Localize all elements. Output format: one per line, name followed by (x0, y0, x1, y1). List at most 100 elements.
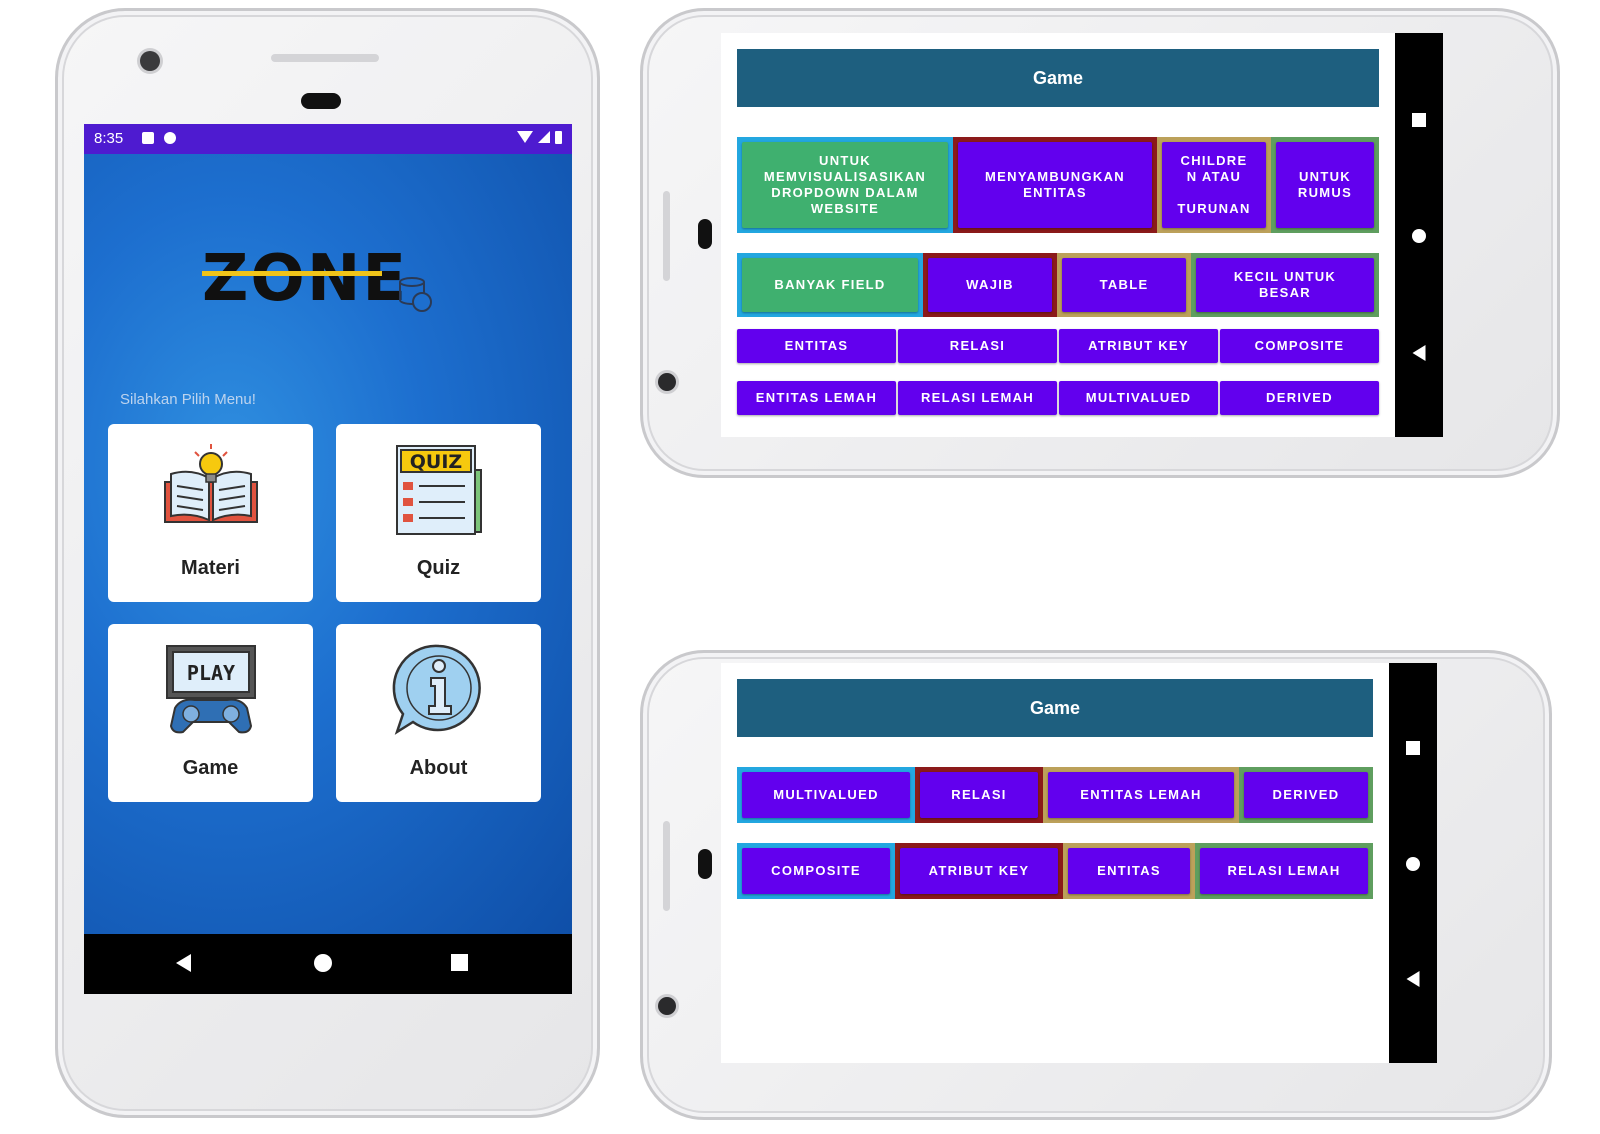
recents-icon[interactable] (451, 954, 468, 971)
signal-icon (538, 131, 550, 143)
answer-button[interactable]: ATRIBUT KEY (900, 848, 1058, 894)
navigation-bar (1395, 33, 1443, 437)
menu-label-materi: Materi (181, 557, 240, 579)
option-row-2: ENTITAS LEMAH RELASI LEMAH MULTIVALUED DERI… (737, 381, 1379, 415)
option-button[interactable]: RELASI LEMAH (898, 381, 1057, 415)
quiz-document-icon: QUIZ (395, 445, 482, 535)
answer-button[interactable]: RELASI LEMAH (1200, 848, 1368, 894)
back-icon[interactable] (1406, 971, 1420, 987)
menu-card-about[interactable]: About (336, 624, 541, 802)
recents-icon[interactable] (1406, 741, 1420, 755)
svg-text:QUIZ: QUIZ (409, 451, 461, 473)
svg-text:PLAY: PLAY (186, 661, 234, 685)
play-gamepad-icon: PLAY (165, 645, 256, 734)
answer-slot: UNTUK MEMVISUALISASIKAN DROPDOWN DALAM W… (737, 137, 953, 233)
answer-button[interactable]: MENYAMBUNGKAN ENTITAS (958, 142, 1152, 228)
wifi-icon (517, 131, 533, 143)
answer-slot: UNTUK RUMUS (1271, 137, 1379, 233)
answer-slot: ENTITAS (1063, 843, 1195, 899)
app-logo: ZONE (202, 242, 409, 316)
open-book-lightbulb-icon (163, 444, 258, 523)
status-bar: 8:35 (84, 124, 572, 154)
menu-card-quiz[interactable]: QUIZ Quiz (336, 424, 541, 602)
menu-card-game[interactable]: PLAY Game (108, 624, 313, 802)
answer-button[interactable]: WAJIB (928, 258, 1052, 312)
option-button[interactable]: RELASI (898, 329, 1057, 363)
battery-icon (555, 131, 562, 144)
proximity-sensor (301, 93, 341, 109)
landscape-phone-frame-1: Game UNTUK MEMVISUALISASIKAN DROPDOWN DA… (640, 8, 1560, 478)
answer-button[interactable]: KECIL UNTUK BESAR (1196, 258, 1374, 312)
option-button[interactable]: ENTITAS LEMAH (737, 381, 896, 415)
back-icon[interactable] (1412, 345, 1426, 361)
home-icon[interactable] (1406, 857, 1420, 871)
answer-button[interactable]: BANYAK FIELD (742, 258, 918, 312)
landscape-phone-frame-2: Game MULTIVALUED RELASI ENTITAS LEMAH DERIV… (640, 650, 1552, 1120)
front-camera-icon (140, 51, 160, 71)
navigation-bar (84, 934, 572, 994)
option-button[interactable]: ENTITAS (737, 329, 896, 363)
portrait-screen: 8:35 ZONE Silahkan Pilih Menu! Materi QU… (84, 124, 572, 994)
logo-stripe (202, 271, 382, 276)
game-screen-1: Game UNTUK MEMVISUALISASIKAN DROPDOWN DA… (721, 33, 1443, 437)
answer-button[interactable]: COMPOSITE (742, 848, 890, 894)
proximity-sensor (698, 219, 712, 249)
menu-card-materi[interactable]: Materi (108, 424, 313, 602)
home-icon[interactable] (314, 954, 332, 972)
option-button[interactable]: MULTIVALUED (1059, 381, 1218, 415)
answer-slot: DERIVED (1239, 767, 1373, 823)
answer-button[interactable]: DERIVED (1244, 772, 1368, 818)
answer-button[interactable]: UNTUK RUMUS (1276, 142, 1374, 228)
status-time: 8:35 (94, 130, 124, 147)
menu-label-about: About (409, 757, 468, 779)
earpiece-speaker (663, 191, 670, 281)
answer-slot: CHILDRE N ATAU TURUNAN (1157, 137, 1271, 233)
answer-button[interactable]: TABLE (1062, 258, 1186, 312)
answer-slot: BANYAK FIELD (737, 253, 923, 317)
back-icon[interactable] (176, 954, 191, 972)
navigation-bar (1389, 663, 1437, 1063)
answer-button[interactable]: ENTITAS (1068, 848, 1190, 894)
answer-button[interactable]: MULTIVALUED (742, 772, 910, 818)
answer-slot: MULTIVALUED (737, 767, 915, 823)
game-title-bar: Game (737, 679, 1373, 737)
answer-slot: COMPOSITE (737, 843, 895, 899)
answer-button[interactable]: CHILDRE N ATAU TURUNAN (1162, 142, 1266, 228)
answer-row-2: COMPOSITE ATRIBUT KEY ENTITAS RELASI LEMAH (737, 843, 1373, 899)
option-button[interactable]: DERIVED (1220, 381, 1379, 415)
app-notification-icon (164, 132, 176, 144)
answer-button[interactable]: RELASI (920, 772, 1038, 818)
main-menu-screen: ZONE Silahkan Pilih Menu! Materi QUIZ Qu… (84, 154, 572, 934)
option-button[interactable]: COMPOSITE (1220, 329, 1379, 363)
answer-slot: MENYAMBUNGKAN ENTITAS (953, 137, 1157, 233)
game-screen-2: Game MULTIVALUED RELASI ENTITAS LEMAH DERIV… (721, 663, 1437, 1063)
menu-label-game: Game (182, 757, 239, 779)
earpiece-speaker (663, 821, 670, 911)
sql-database-icon (399, 277, 432, 312)
portrait-phone-frame: 8:35 ZONE Silahkan Pilih Menu! Materi QU… (55, 8, 600, 1118)
answer-row-1: MULTIVALUED RELASI ENTITAS LEMAH DERIVED (737, 767, 1373, 823)
option-row-1: ENTITAS RELASI ATRIBUT KEY COMPOSITE (737, 329, 1379, 363)
info-bubble-icon (392, 644, 481, 735)
answer-slot: TABLE (1057, 253, 1191, 317)
home-icon[interactable] (1412, 229, 1426, 243)
proximity-sensor (698, 849, 712, 879)
answer-button[interactable]: ENTITAS LEMAH (1048, 772, 1234, 818)
answer-slot: KECIL UNTUK BESAR (1191, 253, 1379, 317)
menu-subtitle: Silahkan Pilih Menu! (120, 391, 256, 408)
answer-slot: RELASI LEMAH (1195, 843, 1373, 899)
front-camera-icon (658, 373, 676, 391)
answer-slot: WAJIB (923, 253, 1057, 317)
answer-slot: ATRIBUT KEY (895, 843, 1063, 899)
answer-button[interactable]: UNTUK MEMVISUALISASIKAN DROPDOWN DALAM W… (742, 142, 948, 228)
menu-label-quiz: Quiz (416, 557, 461, 579)
front-camera-icon (658, 997, 676, 1015)
earpiece-speaker (271, 54, 379, 62)
answer-slot: RELASI (915, 767, 1043, 823)
game-title-bar: Game (737, 49, 1379, 107)
option-button[interactable]: ATRIBUT KEY (1059, 329, 1218, 363)
answer-slot: ENTITAS LEMAH (1043, 767, 1239, 823)
recents-icon[interactable] (1412, 113, 1426, 127)
answer-row-1: UNTUK MEMVISUALISASIKAN DROPDOWN DALAM W… (737, 137, 1379, 233)
notification-icon (142, 132, 154, 144)
